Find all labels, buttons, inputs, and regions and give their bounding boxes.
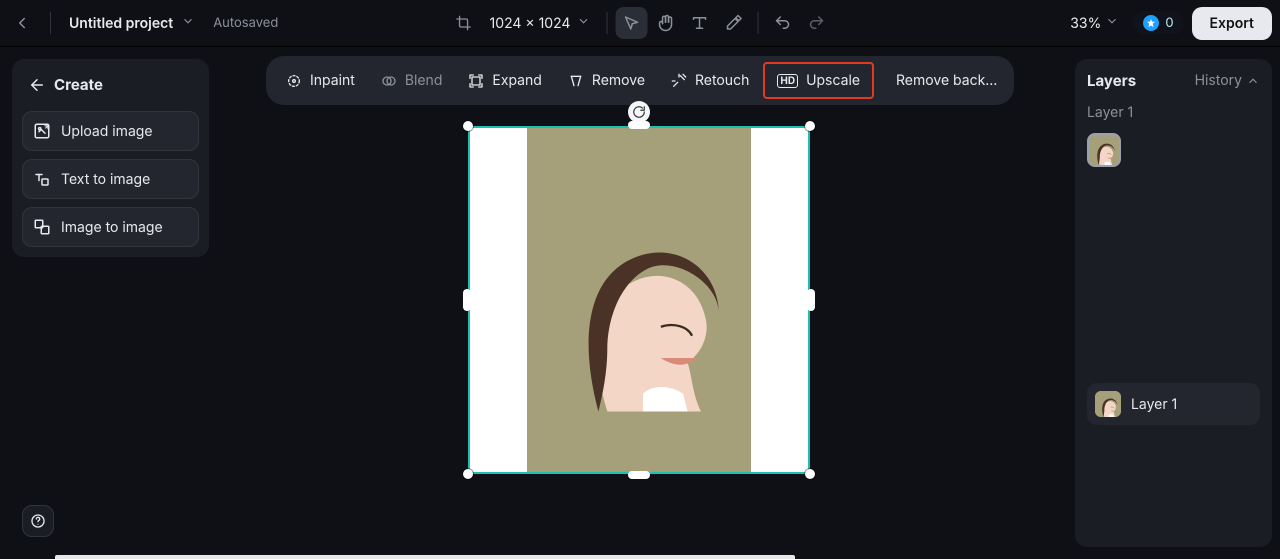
select-tool[interactable]: [615, 7, 647, 39]
chevron-down-icon: [576, 14, 590, 32]
divider: [606, 12, 607, 34]
blend-icon: [381, 73, 397, 89]
autosave-status: Autosaved: [213, 15, 278, 31]
brush-tool[interactable]: [717, 7, 749, 39]
blend-label: Blend: [405, 72, 443, 89]
expand-label: Expand: [492, 72, 541, 89]
layer-name: Layer 1: [1131, 396, 1177, 413]
upload-icon: [33, 122, 51, 140]
image-to-image-label: Image to image: [61, 219, 163, 236]
text-to-image-icon: [33, 170, 51, 188]
upscale-label: Upscale: [806, 72, 860, 89]
layer-group-title: Layer 1: [1087, 104, 1260, 121]
retouch-label: Retouch: [695, 72, 749, 89]
credits-badge[interactable]: 0: [1133, 11, 1183, 35]
upscale-button[interactable]: HD Upscale: [763, 62, 874, 99]
credit-icon: [1143, 15, 1159, 31]
image-to-image-icon: [33, 218, 51, 236]
text-to-image-button[interactable]: Text to image: [22, 159, 199, 199]
credits-count: 0: [1165, 15, 1173, 31]
history-label: History: [1195, 72, 1242, 89]
inpaint-button[interactable]: Inpaint: [274, 64, 367, 97]
remove-icon: [568, 73, 584, 89]
canvas-dimensions: 1024 × 1024: [490, 15, 571, 32]
resize-handle-right[interactable]: [807, 289, 815, 311]
resize-handle-bottom[interactable]: [628, 471, 650, 479]
canvas-selection[interactable]: [468, 126, 810, 474]
resize-handle-br[interactable]: [805, 469, 815, 479]
arrow-left-icon: [28, 76, 46, 94]
layer-thumbnail-selected[interactable]: [1087, 133, 1121, 167]
remove-background-button[interactable]: Remove back…: [876, 64, 1006, 97]
upload-image-label: Upload image: [61, 123, 153, 140]
remove-bg-label: Remove back…: [896, 72, 997, 89]
help-button[interactable]: [22, 505, 54, 537]
blend-button: Blend: [369, 64, 455, 97]
divider: [757, 12, 758, 34]
text-to-image-label: Text to image: [61, 171, 150, 188]
canvas-padding: [470, 128, 527, 472]
canvas-dimensions-dropdown[interactable]: 1024 × 1024: [482, 10, 599, 36]
expand-button[interactable]: Expand: [456, 64, 553, 97]
layer-row[interactable]: Layer 1: [1087, 383, 1260, 425]
create-title: Create: [54, 75, 103, 94]
history-toggle[interactable]: History: [1195, 72, 1260, 89]
canvas-padding: [751, 128, 808, 472]
project-name-dropdown[interactable]: Untitled project: [63, 10, 201, 36]
divider: [50, 12, 51, 34]
resize-handle-tl[interactable]: [463, 121, 473, 131]
retouch-button[interactable]: Retouch: [659, 64, 761, 97]
text-tool[interactable]: [683, 7, 715, 39]
expand-icon: [468, 73, 484, 89]
resize-handle-bl[interactable]: [463, 469, 473, 479]
redo-button[interactable]: [800, 7, 832, 39]
project-name: Untitled project: [69, 15, 173, 32]
inpaint-icon: [286, 73, 302, 89]
resize-handle-left[interactable]: [463, 289, 471, 311]
create-header[interactable]: Create: [22, 69, 199, 103]
resize-handle-top[interactable]: [628, 121, 650, 129]
inpaint-label: Inpaint: [310, 72, 355, 89]
image-to-image-button[interactable]: Image to image: [22, 207, 199, 247]
hd-icon: HD: [777, 74, 798, 88]
edit-toolbar: Inpaint Blend Expand Remove Retouch HD U…: [266, 56, 1014, 105]
chevron-down-icon: [1105, 14, 1119, 32]
undo-button[interactable]: [766, 7, 798, 39]
resize-handle-tr[interactable]: [805, 121, 815, 131]
back-button[interactable]: [6, 7, 38, 39]
upload-image-button[interactable]: Upload image: [22, 111, 199, 151]
bottom-edge: [55, 555, 795, 559]
pan-tool[interactable]: [649, 7, 681, 39]
chevron-down-icon: [181, 14, 195, 32]
crop-icon[interactable]: [448, 7, 480, 39]
layers-panel: Layers History Layer 1 Layer 1: [1075, 59, 1272, 547]
regenerate-button[interactable]: [628, 101, 650, 123]
create-panel: Create Upload image Text to image Image …: [12, 59, 209, 257]
remove-label: Remove: [592, 72, 645, 89]
retouch-icon: [671, 73, 687, 89]
zoom-level: 33%: [1070, 15, 1101, 32]
zoom-dropdown[interactable]: 33%: [1064, 10, 1125, 36]
remove-button[interactable]: Remove: [556, 64, 657, 97]
layer-thumbnail: [1095, 391, 1121, 417]
layers-title: Layers: [1087, 71, 1136, 90]
export-button[interactable]: Export: [1192, 7, 1272, 40]
canvas-image[interactable]: [527, 128, 750, 472]
